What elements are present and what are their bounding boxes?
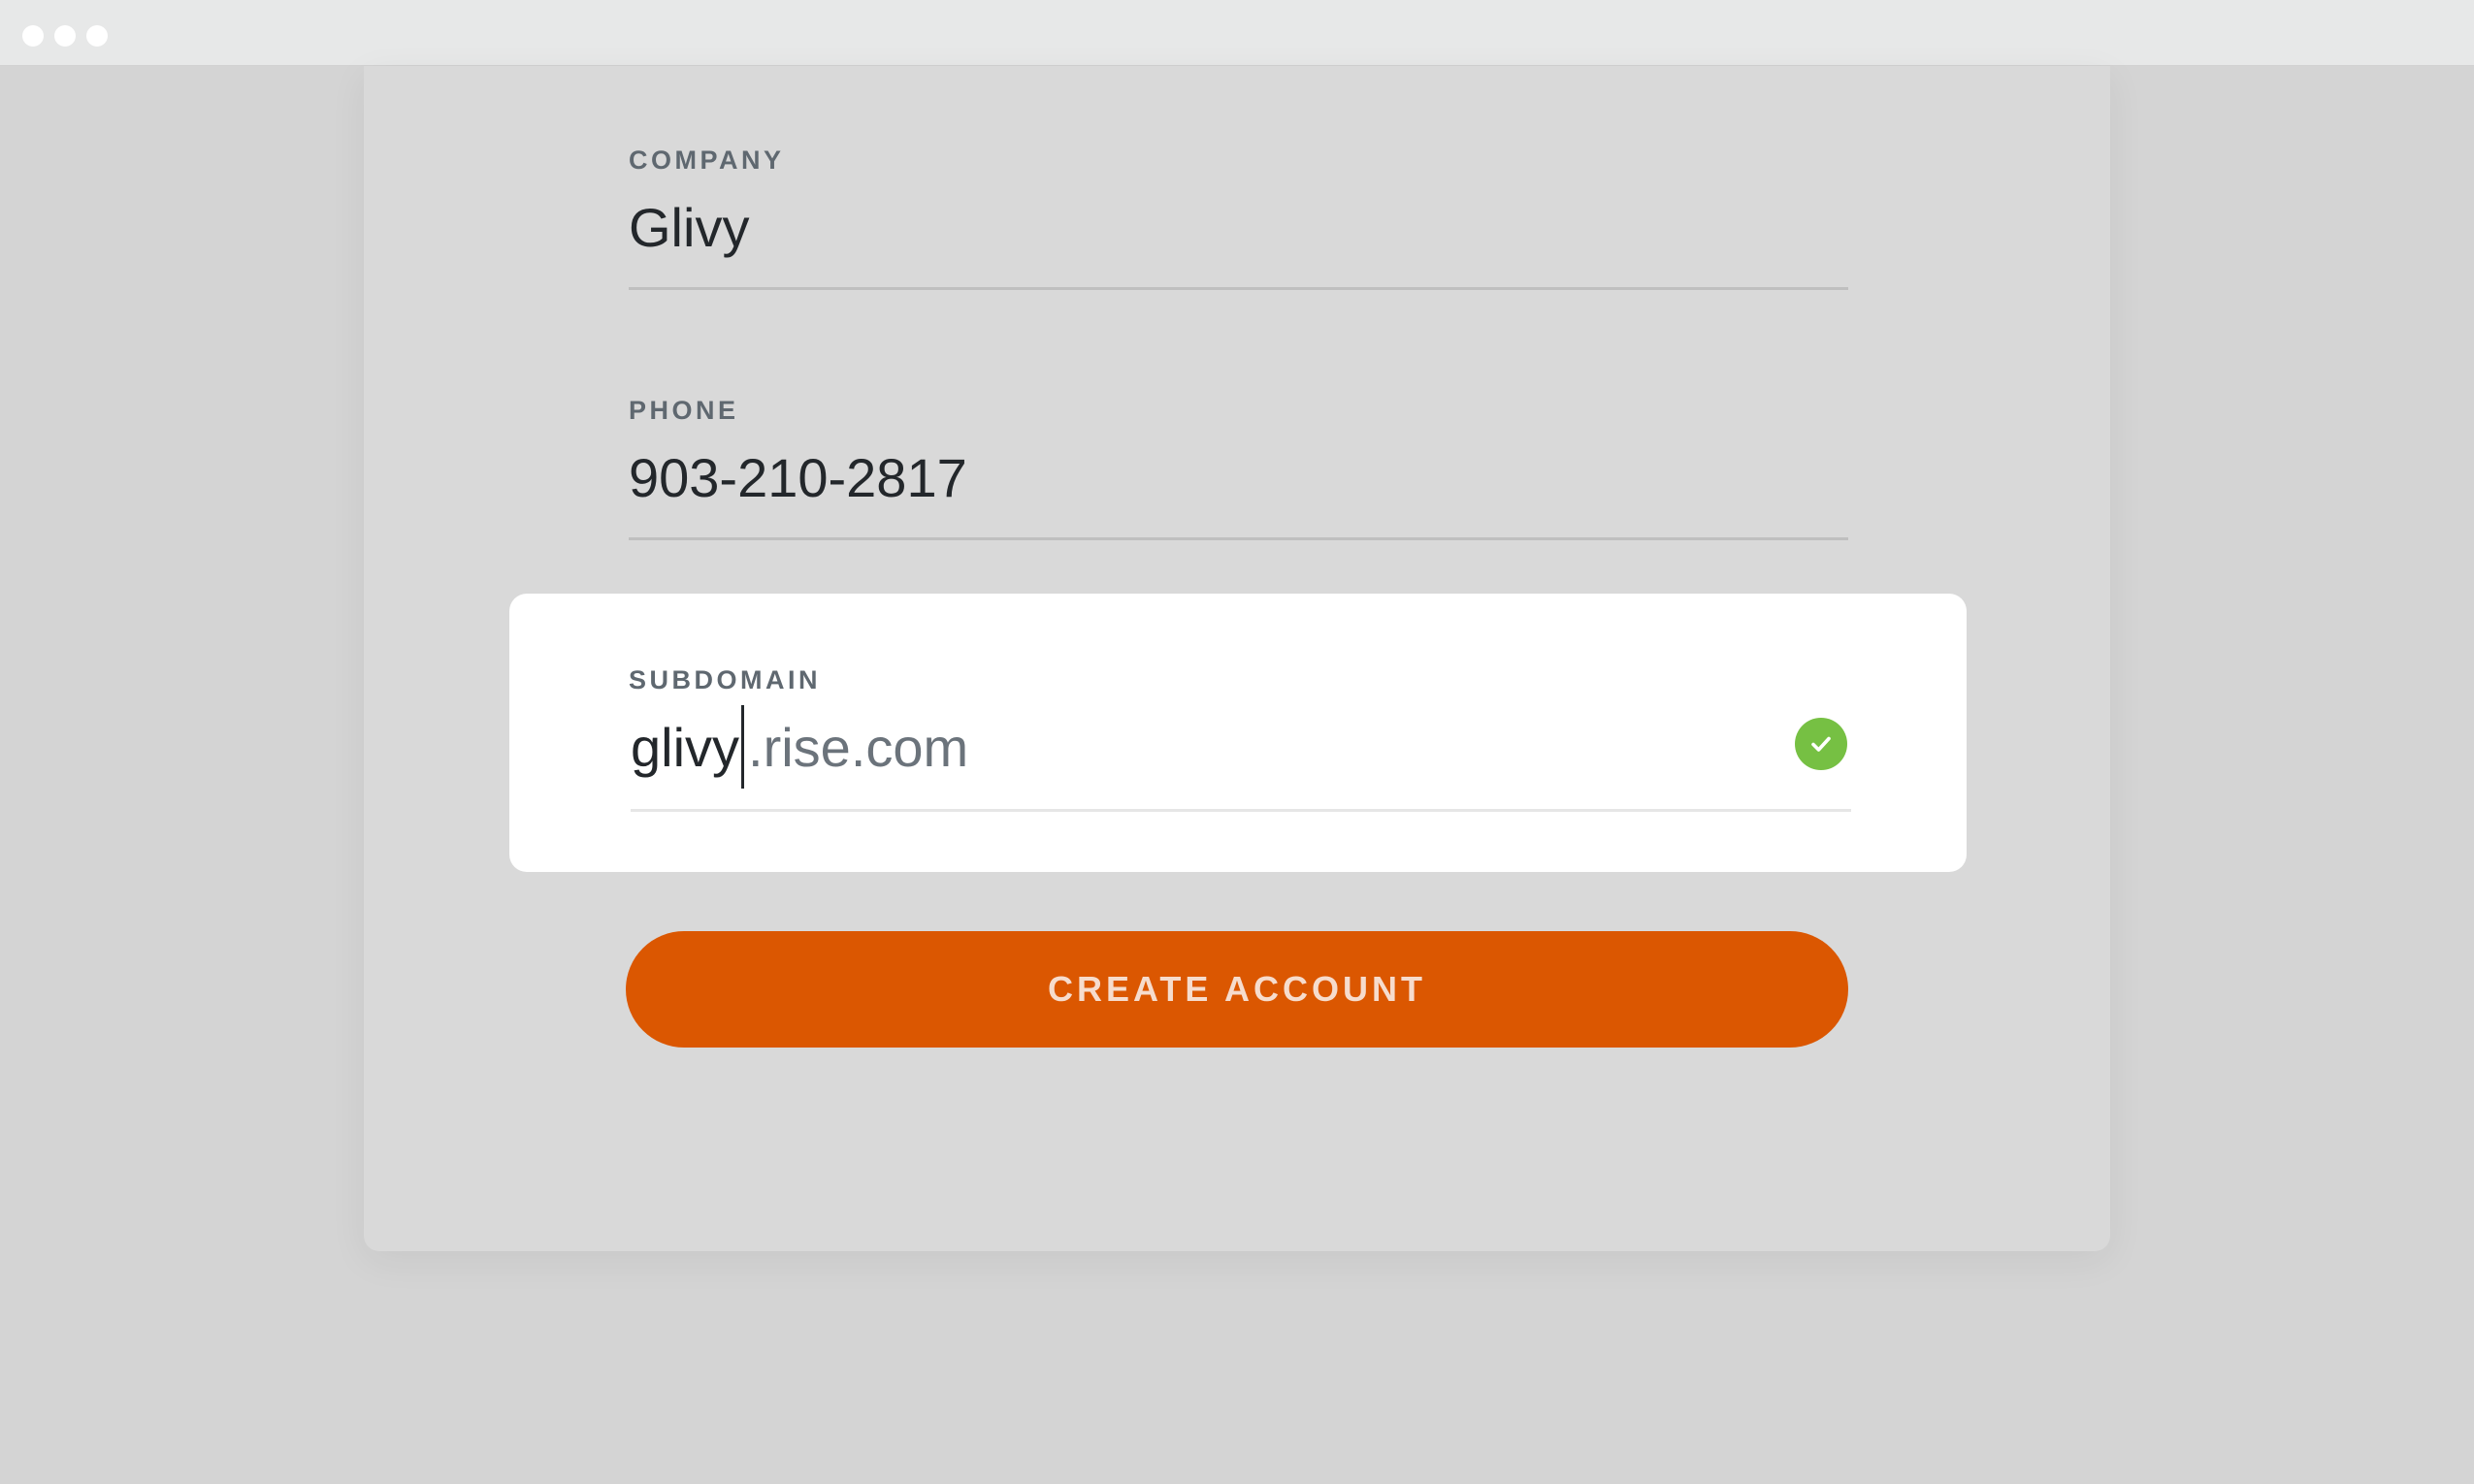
check-circle-icon — [1795, 718, 1847, 770]
subdomain-underline — [631, 809, 1851, 812]
phone-underline — [629, 537, 1848, 540]
phone-input[interactable]: 903-210-2817 — [629, 446, 967, 509]
company-input[interactable]: Glivy — [629, 196, 749, 259]
window-close-dot[interactable] — [22, 25, 44, 47]
create-account-label: CREATE ACCOUNT — [1048, 969, 1426, 1009]
create-account-button[interactable]: CREATE ACCOUNT — [626, 931, 1848, 1048]
subdomain-label: SUBDOMAIN — [629, 665, 821, 694]
company-underline — [629, 287, 1848, 290]
subdomain-input[interactable]: glivy .rise.com — [631, 705, 969, 789]
subdomain-field[interactable]: SUBDOMAIN glivy .rise.com — [509, 594, 1967, 872]
subdomain-value[interactable]: glivy — [631, 716, 739, 779]
phone-label: PHONE — [629, 396, 739, 425]
window-titlebar — [0, 0, 2474, 66]
window-maximize-dot[interactable] — [86, 25, 108, 47]
window-minimize-dot[interactable] — [54, 25, 76, 47]
company-label: COMPANY — [629, 145, 785, 175]
text-cursor — [741, 705, 745, 789]
subdomain-suffix: .rise.com — [748, 716, 969, 778]
